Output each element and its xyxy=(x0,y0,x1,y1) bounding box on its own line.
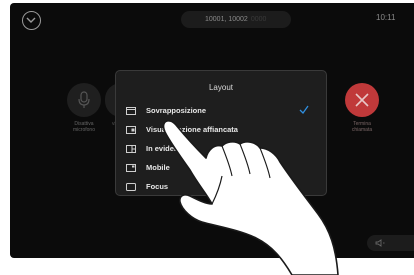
pointing-hand-illustration xyxy=(162,120,339,275)
